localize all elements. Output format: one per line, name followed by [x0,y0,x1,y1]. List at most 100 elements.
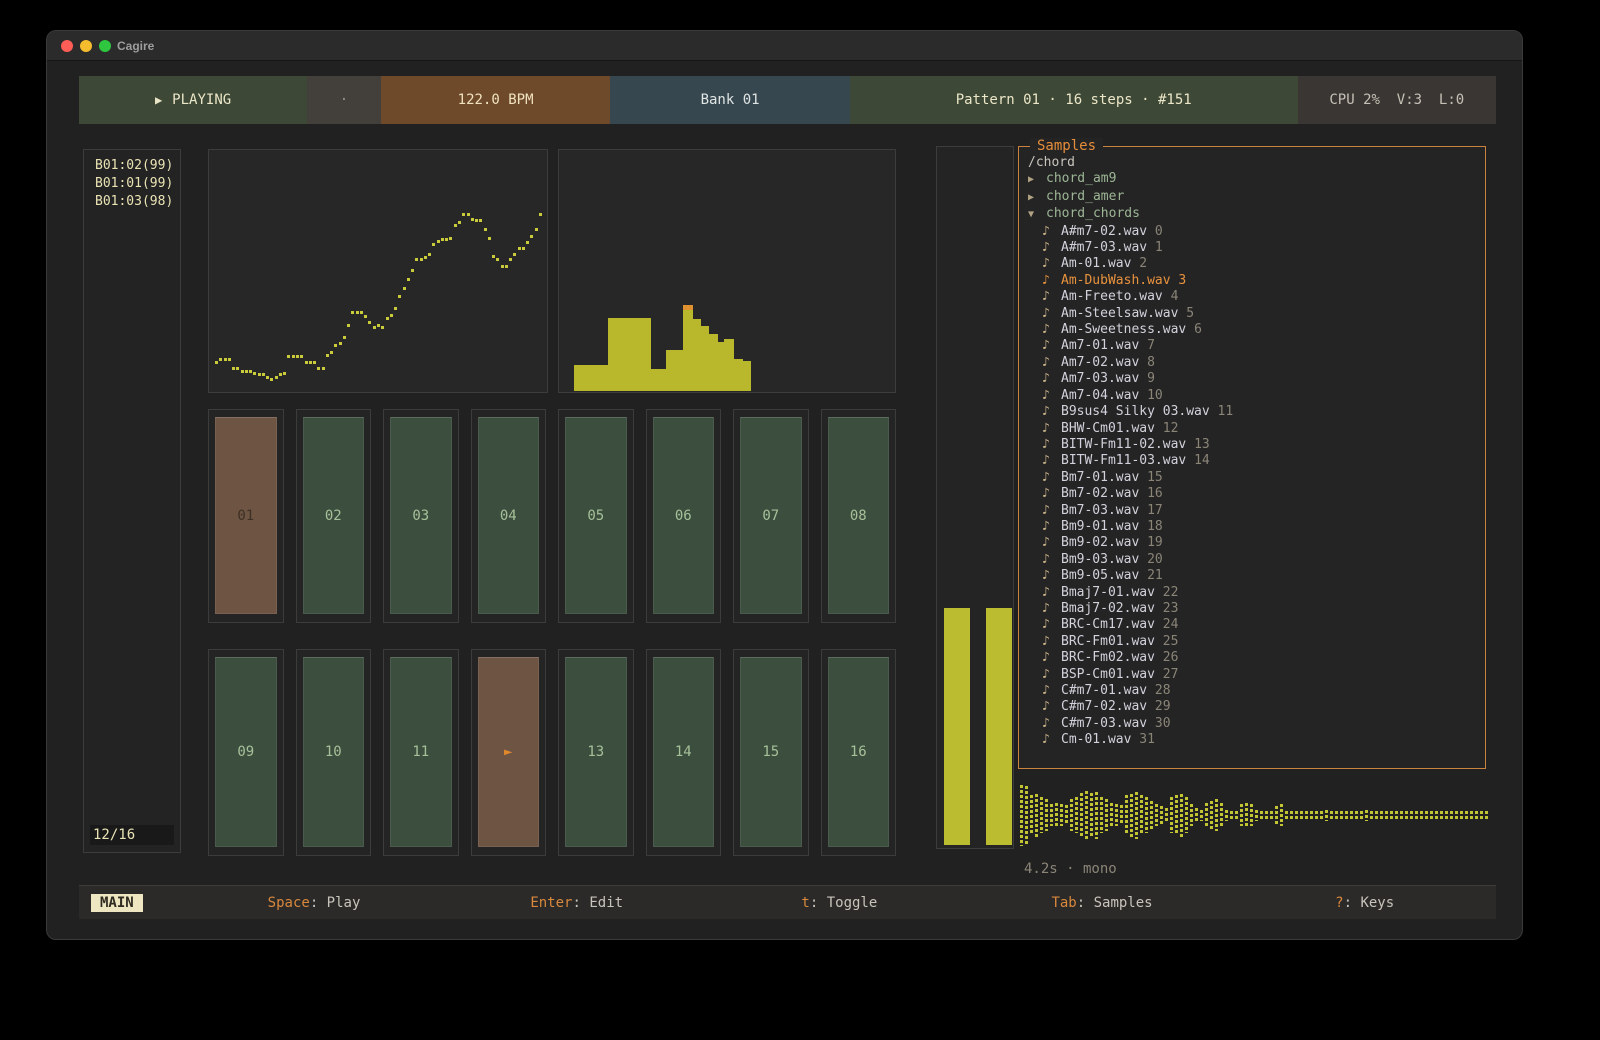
pad-14[interactable]: 14 [646,649,722,856]
waveform-column [1320,811,1323,820]
pad-03[interactable]: 03 [383,409,459,623]
waveform-column [1055,803,1058,828]
waveform-column [1475,811,1478,820]
scatter-dot [232,367,235,370]
sample-file-name: C#m7-01.wav [1061,683,1155,698]
pad-08[interactable]: 08 [821,409,897,623]
sample-file-row[interactable]: ♪Bmaj7-02.wav 23 [1028,601,1485,617]
sample-file-index: 9 [1147,371,1155,386]
note-icon: ♪ [1042,273,1061,289]
note-icon: ♪ [1042,453,1061,469]
shortcut-space: Space: Play [183,895,446,911]
sample-file-row[interactable]: ♪A#m7-02.wav 0 [1028,224,1485,240]
pad-15[interactable]: 15 [733,649,809,856]
waveform-column [1220,803,1223,828]
folder-chord_am9[interactable]: ▶chord_am9 [1028,171,1485,188]
pattern-display[interactable]: Pattern 01 · 16 steps · #151 [850,76,1298,124]
sample-file-row[interactable]: ♪BITW-Fm11-03.wav 14 [1028,453,1485,469]
sample-file-name: B9sus4 Silky 03.wav [1061,404,1218,419]
pad-fill: 10 [303,657,365,847]
pattern-activity-chart [208,149,548,393]
waveform-column [1125,795,1128,835]
sample-file-row[interactable]: ♪BRC-Fm01.wav 25 [1028,634,1485,650]
pad-label: 16 [850,744,867,760]
sample-file-row[interactable]: ♪Am7-02.wav 8 [1028,355,1485,371]
pad-06[interactable]: 06 [646,409,722,623]
scatter-dot [236,367,239,370]
sample-file-row[interactable]: ♪BRC-Fm02.wav 26 [1028,650,1485,666]
sample-file-index: 29 [1155,699,1171,714]
pad-07[interactable]: 07 [733,409,809,623]
waveform-column [1060,804,1063,826]
pad-11[interactable]: 11 [383,649,459,856]
pad-04[interactable]: 04 [471,409,547,623]
pad-02[interactable]: 02 [296,409,372,623]
pad-09[interactable]: 09 [208,649,284,856]
sample-file-row[interactable]: ♪C#m7-03.wav 30 [1028,716,1485,732]
sample-file-row[interactable]: ♪Am-Freeto.wav 4 [1028,289,1485,305]
scatter-dot [475,219,478,222]
sample-file-name: C#m7-03.wav [1061,716,1155,731]
spectrum-bar [574,365,608,391]
sample-file-row[interactable]: ♪Bm7-01.wav 15 [1028,470,1485,486]
sample-file-row[interactable]: ♪Am-Steelsaw.wav 5 [1028,306,1485,322]
note-icon: ♪ [1042,322,1061,338]
waveform-column [1455,811,1458,819]
sample-file-row[interactable]: ♪A#m7-03.wav 1 [1028,240,1485,256]
transport-status[interactable]: ▶PLAYING [79,76,307,124]
sample-file-row[interactable]: ♪BSP-Cm01.wav 27 [1028,667,1485,683]
pad-16[interactable]: 16 [821,649,897,856]
meter-bar-1 [944,608,970,845]
waveform-column [1325,810,1328,821]
sample-file-row[interactable]: ♪C#m7-01.wav 28 [1028,683,1485,699]
sample-file-row[interactable]: ♪Am-DubWash.wav 3 [1028,273,1485,289]
pad-01[interactable]: 01 [208,409,284,623]
pad-13[interactable]: 13 [558,649,634,856]
sample-file-row[interactable]: ♪Bm9-02.wav 19 [1028,535,1485,551]
pad-12[interactable]: ► [471,649,547,856]
pad-05[interactable]: 05 [558,409,634,623]
sample-file-index: 16 [1147,486,1163,501]
spectrum-bar [724,339,734,391]
close-window-button[interactable] [61,40,73,52]
bank-display[interactable]: Bank 01 [610,76,849,124]
shortcut-?: ?: Keys [1233,895,1496,911]
sample-file-row[interactable]: ♪BRC-Cm17.wav 24 [1028,617,1485,633]
pad-10[interactable]: 10 [296,649,372,856]
sample-file-row[interactable]: ♪Cm-01.wav 31 [1028,732,1485,748]
note-icon: ♪ [1042,552,1061,568]
sample-file-row[interactable]: ♪Bm7-03.wav 17 [1028,503,1485,519]
sample-file-row[interactable]: ♪Bm9-03.wav 20 [1028,552,1485,568]
sample-file-row[interactable]: ♪Bm7-02.wav 16 [1028,486,1485,502]
pad-label: 11 [412,744,429,760]
scatter-dot [441,238,444,241]
bpm-display[interactable]: 122.0 BPM [381,76,611,124]
scatter-dot [279,373,282,376]
samples-root-path: /chord [1028,155,1485,171]
sample-file-row[interactable]: ♪Am-Sweetness.wav 6 [1028,322,1485,338]
sample-file-row[interactable]: ♪Am7-04.wav 10 [1028,388,1485,404]
spectrum-bar [651,369,666,391]
sample-file-row[interactable]: ♪Bm9-01.wav 18 [1028,519,1485,535]
note-icon: ♪ [1042,650,1061,666]
zoom-window-button[interactable] [99,40,111,52]
pad-fill: 01 [215,417,277,614]
sample-file-row[interactable]: ♪Bm9-05.wav 21 [1028,568,1485,584]
sample-file-row[interactable]: ♪C#m7-02.wav 29 [1028,699,1485,715]
folder-chord_chords[interactable]: ▼chord_chords [1028,206,1485,223]
sample-file-row[interactable]: ♪BHW-Cm01.wav 12 [1028,421,1485,437]
sample-file-row[interactable]: ♪Am-01.wav 2 [1028,256,1485,272]
minimize-window-button[interactable] [80,40,92,52]
sample-file-row[interactable]: ♪BITW-Fm11-02.wav 13 [1028,437,1485,453]
sample-file-index: 3 [1178,273,1186,288]
sample-file-row[interactable]: ♪Am7-01.wav 7 [1028,338,1485,354]
scatter-dot [390,314,393,317]
sample-file-row[interactable]: ♪B9sus4 Silky 03.wav 11 [1028,404,1485,420]
sample-file-row[interactable]: ♪Am7-03.wav 9 [1028,371,1485,387]
waveform-column [1465,811,1468,820]
folder-expanded-icon: ▼ [1028,207,1046,223]
sample-file-row[interactable]: ♪Bmaj7-01.wav 22 [1028,585,1485,601]
sample-file-name: Bm9-01.wav [1061,519,1147,534]
folder-chord_amer[interactable]: ▶chord_amer [1028,189,1485,206]
scatter-dot [386,317,389,320]
